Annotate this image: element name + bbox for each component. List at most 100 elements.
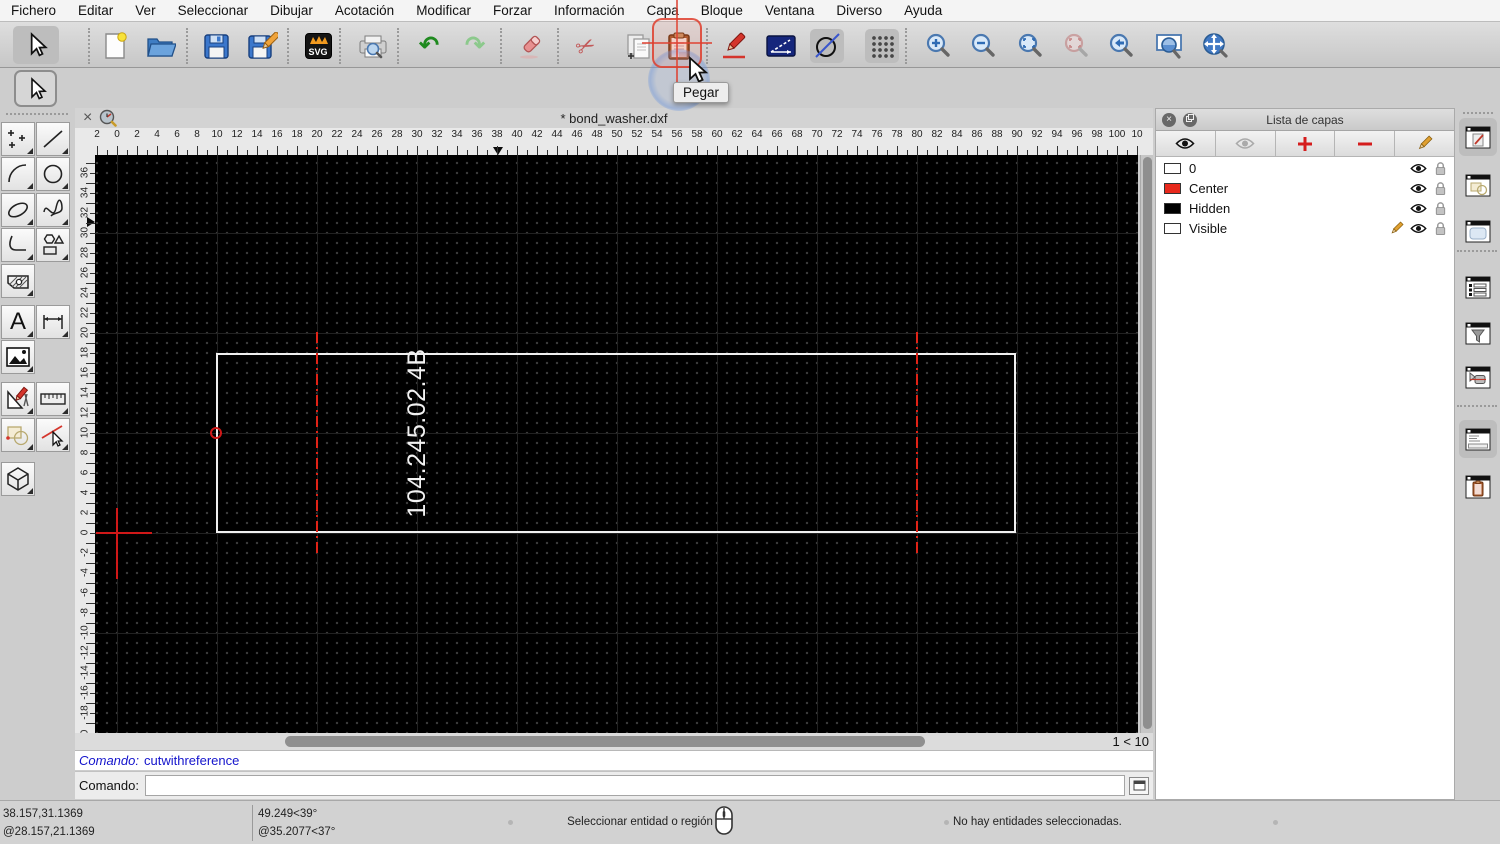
menu-diverso[interactable]: Diverso <box>825 0 893 22</box>
layer-color-swatch[interactable] <box>1164 222 1181 234</box>
save-button[interactable] <box>199 29 233 63</box>
redo-button[interactable]: ↷ <box>458 29 492 63</box>
centerline-right[interactable] <box>916 332 918 553</box>
add-layer-button[interactable] <box>1276 131 1336 156</box>
points-tool[interactable] <box>1 122 35 156</box>
zoom-in-button[interactable] <box>922 29 956 63</box>
layer-visibility-icon[interactable] <box>1410 223 1427 234</box>
v-ruler-label: 14 <box>79 386 91 399</box>
command-history-label: Comando: <box>79 753 139 768</box>
layer-color-swatch[interactable] <box>1164 202 1181 214</box>
arc-tool[interactable] <box>1 157 35 191</box>
layer-lock-icon[interactable] <box>1432 201 1449 216</box>
measure-tool[interactable] <box>36 382 70 416</box>
copy-button[interactable] <box>621 29 655 63</box>
layer-visibility-icon[interactable] <box>1410 183 1427 194</box>
ellipse-tool[interactable] <box>1 193 35 227</box>
menu-ver[interactable]: Ver <box>124 0 166 22</box>
layer-lock-icon[interactable] <box>1432 181 1449 196</box>
hide-all-layers-button[interactable] <box>1216 131 1276 156</box>
menu-acotación[interactable]: Acotación <box>324 0 405 22</box>
panel-float-button[interactable] <box>1183 113 1197 127</box>
circle-tool[interactable] <box>36 157 70 191</box>
layer-lock-icon[interactable] <box>1432 221 1449 236</box>
dock-library-browser-button[interactable] <box>1459 212 1497 250</box>
new-drawing-button[interactable] <box>98 29 132 63</box>
layer-color-swatch[interactable] <box>1164 182 1181 194</box>
layer-color-swatch[interactable] <box>1164 162 1181 174</box>
vertical-scrollbar-thumb[interactable] <box>1143 157 1152 729</box>
line-tool[interactable] <box>36 122 70 156</box>
export-svg-button[interactable]: SVG <box>301 29 335 63</box>
order-tool[interactable] <box>1 418 35 452</box>
centerline-left[interactable] <box>316 332 318 553</box>
entity-info-button[interactable] <box>810 29 844 63</box>
dimension-tool[interactable] <box>36 305 70 339</box>
hatch-tool[interactable] <box>1 264 35 298</box>
vertical-scrollbar[interactable] <box>1140 155 1153 733</box>
polyline-tool[interactable] <box>1 228 35 262</box>
zoom-window-button[interactable] <box>1152 29 1186 63</box>
menu-dibujar[interactable]: Dibujar <box>259 0 324 22</box>
menu-seleccionar[interactable]: Seleccionar <box>167 0 260 22</box>
dock-spotlight-button[interactable] <box>1459 358 1497 396</box>
zoom-previous-button[interactable] <box>1105 29 1139 63</box>
distance-button[interactable] <box>764 29 798 63</box>
menu-forzar[interactable]: Forzar <box>482 0 543 22</box>
menu-fichero[interactable]: Fichero <box>0 0 67 22</box>
delete-button[interactable] <box>513 29 547 63</box>
menu-bloque[interactable]: Bloque <box>690 0 754 22</box>
panel-close-button[interactable]: × <box>1162 113 1176 127</box>
zoom-selection-button[interactable] <box>1060 29 1094 63</box>
zoom-auto-button[interactable] <box>1014 29 1048 63</box>
layer-row[interactable]: Center <box>1156 178 1454 198</box>
drawing-canvas[interactable]: 104.245.02.4B <box>95 155 1138 733</box>
solids-tool[interactable] <box>1 462 35 496</box>
dock-entity-list-button[interactable] <box>1459 268 1497 306</box>
layer-row[interactable]: 0 <box>1156 158 1454 178</box>
zoom-out-button[interactable] <box>967 29 1001 63</box>
undo-button[interactable]: ↶ <box>412 29 446 63</box>
menu-información[interactable]: Información <box>543 0 636 22</box>
layer-visibility-icon[interactable] <box>1410 163 1427 174</box>
snap-grid-button[interactable] <box>865 29 899 63</box>
command-detach-button[interactable] <box>1129 776 1149 795</box>
layer-visibility-icon[interactable] <box>1410 203 1427 214</box>
show-all-layers-button[interactable] <box>1156 131 1216 156</box>
deselect-tool[interactable] <box>36 418 70 452</box>
layer-lock-icon[interactable] <box>1432 161 1449 176</box>
menu-ventana[interactable]: Ventana <box>754 0 826 22</box>
dock-selection-filter-button[interactable] <box>1459 314 1497 352</box>
remove-layer-button[interactable] <box>1335 131 1396 156</box>
eye-closed-icon <box>1235 138 1255 149</box>
selection-pointer-button[interactable] <box>14 70 57 107</box>
attributes-button[interactable] <box>717 29 751 63</box>
layer-row[interactable]: Visible <box>1156 218 1454 238</box>
edit-layer-button[interactable] <box>1395 131 1454 156</box>
layer-row[interactable]: Hidden <box>1156 198 1454 218</box>
command-input[interactable] <box>144 775 1125 796</box>
menu-ayuda[interactable]: Ayuda <box>893 0 953 22</box>
dock-command-widget-button[interactable] <box>1459 420 1497 458</box>
open-drawing-button[interactable] <box>144 29 178 63</box>
dock-layer-list-button[interactable] <box>1459 118 1497 156</box>
polygon-tool[interactable] <box>36 228 70 262</box>
horizontal-scrollbar-thumb[interactable] <box>285 736 925 747</box>
dock-clipboard-button[interactable] <box>1459 468 1497 506</box>
save-as-button[interactable] <box>246 29 280 63</box>
horizontal-scrollbar[interactable]: 1 < 10 <box>75 733 1153 750</box>
part-number-text[interactable]: 104.245.02.4B <box>402 323 432 543</box>
spline-tool[interactable] <box>36 193 70 227</box>
menu-modificar[interactable]: Modificar <box>405 0 482 22</box>
cut-button[interactable]: ✂ <box>569 29 603 63</box>
print-preview-button[interactable] <box>356 29 390 63</box>
image-tool[interactable] <box>1 340 35 374</box>
part-outline-rectangle[interactable] <box>216 353 1016 533</box>
dock-block-list-button[interactable] <box>1459 166 1497 204</box>
select-tool-button[interactable] <box>13 26 59 64</box>
modify-tool[interactable] <box>1 382 35 416</box>
palette-handle[interactable] <box>6 113 68 115</box>
pan-button[interactable] <box>1198 29 1232 63</box>
menu-editar[interactable]: Editar <box>67 0 124 22</box>
text-tool[interactable]: A <box>1 305 35 339</box>
